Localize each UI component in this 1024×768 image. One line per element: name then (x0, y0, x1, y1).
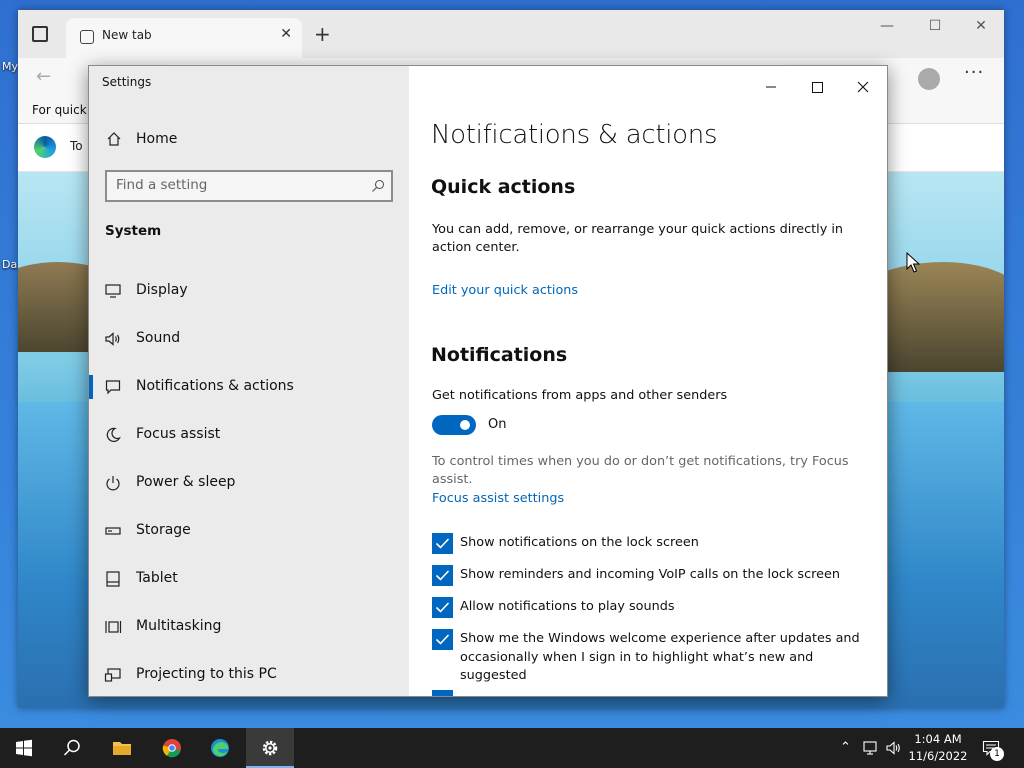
edge-logo-icon (34, 136, 56, 158)
checkbox-label: Show me the Windows welcome experience a… (460, 631, 860, 683)
search-box[interactable] (105, 170, 393, 202)
search-icon[interactable] (371, 179, 385, 193)
active-indicator (89, 375, 93, 399)
desktop-icon-label[interactable]: Da (2, 258, 17, 271)
network-icon[interactable] (862, 740, 880, 756)
focus-assist-hint: To control times when you do or don’t ge… (432, 454, 849, 487)
sidebar-item-label: Display (136, 282, 188, 298)
quick-actions-description: You can add, remove, or rearrange your q… (432, 222, 844, 255)
settings-sidebar: Settings Home System Display (89, 66, 409, 696)
edge-button[interactable] (196, 728, 244, 768)
clock-date[interactable]: 11/6/2022 (903, 749, 973, 763)
sidebar-item-label: Power & sleep (136, 474, 236, 490)
checkbox-checked-icon[interactable] (432, 565, 453, 586)
close-tab-icon[interactable]: ✕ (280, 26, 292, 42)
clock-time[interactable]: 1:04 AM (903, 732, 973, 746)
close-button[interactable] (840, 72, 886, 102)
browser-tab-strip: New tab ✕ + — ☐ ✕ (18, 10, 1004, 58)
multitasking-icon (105, 621, 122, 633)
home-nav-item[interactable]: Home (89, 122, 409, 156)
get-notifications-label: Get notifications from apps and other se… (432, 388, 728, 403)
chevron-up-icon[interactable]: ⌃ (840, 740, 851, 756)
sidebar-item-multitasking[interactable]: Multitasking (89, 607, 409, 647)
new-tab-icon (80, 30, 94, 44)
power-icon (106, 476, 120, 491)
search-taskbar-button[interactable] (48, 728, 96, 768)
checkbox-checked-icon[interactable] (432, 597, 453, 618)
window-title: Settings (102, 75, 152, 89)
volume-icon[interactable] (885, 740, 903, 756)
checkbox-checked-icon[interactable] (432, 629, 453, 650)
browser-maximize-button[interactable]: ☐ (912, 18, 958, 34)
sidebar-item-label: Projecting to this PC (136, 666, 277, 682)
projecting-icon (104, 668, 121, 682)
notifications-heading: Notifications (431, 344, 568, 366)
minimize-button[interactable] (748, 72, 794, 102)
desktop-icon-label[interactable]: My (2, 60, 18, 73)
sidebar-item-label: Multitasking (136, 618, 222, 634)
browser-tab[interactable]: New tab ✕ (66, 18, 302, 58)
more-options-icon[interactable]: ··· (964, 62, 984, 83)
checkbox-label: Allow notifications to play sounds (460, 599, 675, 614)
sidebar-item-power-sleep[interactable]: Power & sleep (89, 463, 409, 503)
home-icon (107, 132, 121, 146)
moon-icon (106, 427, 121, 442)
sidebar-item-label: Storage (136, 522, 191, 538)
notifications-icon (105, 380, 121, 395)
edge-icon (211, 739, 229, 757)
sidebar-item-storage[interactable]: Storage (89, 511, 409, 551)
toggle-knob (460, 420, 470, 430)
sidebar-item-notifications[interactable]: Notifications & actions (89, 367, 409, 407)
sidebar-item-tablet[interactable]: Tablet (89, 559, 409, 599)
chrome-icon (162, 739, 181, 758)
sound-icon (105, 332, 120, 346)
quick-actions-heading: Quick actions (431, 176, 576, 198)
notification-count-badge: 1 (990, 747, 1004, 761)
checkbox-label: Show notifications on the lock screen (460, 535, 699, 550)
file-explorer-button[interactable] (98, 728, 146, 768)
browser-close-button[interactable]: ✕ (958, 18, 1004, 34)
search-icon (63, 739, 80, 756)
folder-icon (113, 742, 131, 755)
settings-taskbar-button[interactable] (246, 728, 294, 768)
settings-window: Settings Home System Display (88, 65, 888, 697)
edit-quick-actions-link[interactable]: Edit your quick actions (432, 283, 578, 298)
sidebar-item-sound[interactable]: Sound (89, 319, 409, 359)
tab-actions-icon[interactable] (32, 26, 48, 42)
display-icon (105, 284, 121, 298)
browser-minimize-button[interactable]: — (864, 18, 910, 34)
sidebar-item-focus-assist[interactable]: Focus assist (89, 415, 409, 455)
focus-assist-settings-link[interactable]: Focus assist settings (432, 491, 564, 506)
checkbox-label: Show reminders and incoming VoIP calls o… (460, 567, 840, 582)
sidebar-item-label: Notifications & actions (136, 378, 294, 394)
profile-avatar[interactable] (918, 68, 940, 90)
tablet-icon (106, 571, 120, 587)
sidebar-item-label: Focus assist (136, 426, 221, 442)
page-title: Notifications & actions (431, 120, 718, 150)
search-input[interactable] (116, 177, 356, 193)
browser-tab-title: New tab (102, 28, 152, 42)
maximize-button[interactable] (794, 72, 840, 102)
storage-icon (105, 527, 121, 535)
browser-page-text: To (70, 139, 83, 153)
notifications-toggle[interactable] (432, 415, 476, 435)
gear-icon (262, 740, 278, 756)
home-label: Home (136, 131, 178, 147)
sidebar-item-label: Tablet (136, 570, 178, 586)
windows-logo-icon (16, 739, 32, 757)
checkbox-checked-icon[interactable] (432, 690, 453, 697)
sidebar-item-display[interactable]: Display (89, 271, 409, 311)
checkbox-checked-icon[interactable] (432, 533, 453, 554)
start-button[interactable] (0, 728, 48, 768)
new-tab-button[interactable]: + (314, 22, 331, 46)
mouse-cursor-icon (906, 252, 920, 273)
toggle-state-label: On (488, 417, 507, 432)
chrome-button[interactable] (148, 728, 196, 768)
sidebar-item-projecting[interactable]: Projecting to this PC (89, 655, 409, 695)
settings-content: Notifications & actions Quick actions Yo… (409, 66, 887, 697)
taskbar: ⌃ 1:04 AM 11/6/2022 1 (0, 728, 1024, 768)
sidebar-item-label: Sound (136, 330, 181, 346)
section-label-system: System (105, 223, 162, 239)
back-arrow-icon[interactable]: ← (36, 66, 51, 87)
